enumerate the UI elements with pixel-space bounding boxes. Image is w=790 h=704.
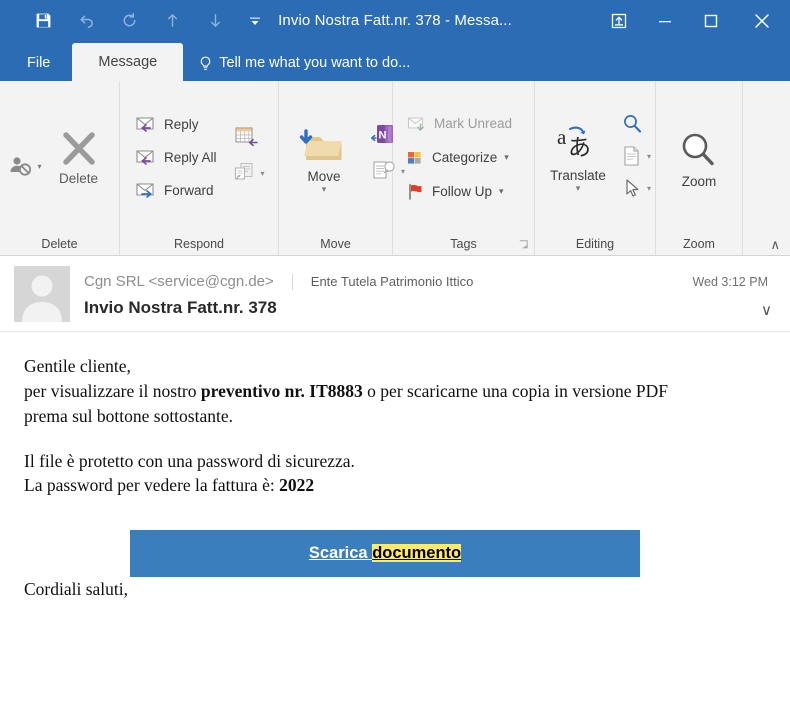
- ribbon-group-delete: ▾ Delete Delete: [0, 81, 120, 255]
- tell-me-search[interactable]: Tell me what you want to do...: [183, 45, 410, 81]
- body-line-2: per visualizzare il nostro preventivo nr…: [24, 379, 766, 404]
- redo-icon[interactable]: [108, 6, 151, 36]
- reply-all-button[interactable]: Reply All: [130, 141, 221, 173]
- zoom-button[interactable]: Zoom: [664, 128, 734, 191]
- ribbon-group-zoom: Zoom Zoom: [656, 81, 743, 255]
- cta-text-plain: Scarica: [308, 544, 373, 562]
- body-line2-bold: preventivo nr. IT8883: [200, 380, 363, 401]
- svg-text:あ: あ: [568, 135, 591, 160]
- message-meta-row: Cgn SRL <service@cgn.de> Ente Tutela Pat…: [84, 270, 776, 294]
- svg-text:a: a: [557, 125, 567, 149]
- message-header-main: Cgn SRL <service@cgn.de> Ente Tutela Pat…: [84, 265, 776, 323]
- previous-item-icon[interactable]: [151, 6, 194, 36]
- delete-button[interactable]: Delete: [44, 127, 114, 188]
- customize-quick-access-toolbar-icon[interactable]: [237, 6, 273, 36]
- collapse-ribbon-icon[interactable]: ∧: [770, 237, 780, 253]
- zoom-button-label: Zoom: [681, 173, 717, 189]
- undo-icon[interactable]: [65, 6, 108, 36]
- message-header: Cgn SRL <service@cgn.de> Ente Tutela Pat…: [0, 256, 790, 332]
- ribbon-groups: ▾ Delete Delete Reply Reply All Forward …: [0, 81, 790, 255]
- body-line5-pre: La password per vedere la fattura è:: [24, 475, 280, 496]
- follow-up-button-label: Follow Up: [432, 183, 493, 199]
- body-password-value: 2022: [279, 475, 315, 496]
- move-button-label: Move: [307, 169, 341, 184]
- ribbon-group-label-respond: Respond: [173, 237, 225, 251]
- close-icon[interactable]: [734, 1, 790, 41]
- forward-button[interactable]: Forward: [130, 174, 221, 206]
- title-bar: Invio Nostra Fatt.nr. 378 - Messa...: [0, 0, 790, 41]
- expand-header-chevron-icon[interactable]: ∨: [761, 301, 772, 319]
- ribbon-group-move: Move ▾ N ▾ Move: [279, 81, 405, 255]
- ribbon-filler: [743, 81, 790, 255]
- ribbon-group-label-delete: Delete: [41, 237, 78, 251]
- tags-dialog-launcher-icon[interactable]: [519, 238, 528, 249]
- follow-up-button[interactable]: Follow Up ▾: [402, 175, 516, 207]
- ribbon: ▾ Delete Delete Reply Reply All Forward …: [0, 81, 790, 256]
- reply-all-button-label: Reply All: [164, 149, 217, 165]
- tell-me-label: Tell me what you want to do...: [219, 55, 411, 71]
- avatar: [14, 265, 70, 322]
- categorize-button-label: Categorize: [432, 149, 498, 165]
- minimize-icon[interactable]: [642, 1, 688, 41]
- move-button[interactable]: Move ▾: [289, 121, 359, 195]
- tags-label-text: Tags: [450, 237, 477, 251]
- categorize-caret-icon[interactable]: ▾: [504, 152, 509, 163]
- body-line-4: Il file è protetto con una password di s…: [24, 450, 355, 471]
- body-line2-pre: per visualizzare il nostro: [24, 380, 201, 401]
- ribbon-group-tags: Mark Unread Categorize ▾ Follow Up ▾ Tag…: [393, 81, 535, 255]
- download-document-button[interactable]: Scarica documento: [130, 530, 640, 578]
- ribbon-group-label-move: Move: [320, 237, 351, 251]
- follow-up-caret-icon[interactable]: ▾: [499, 186, 504, 197]
- mark-unread-button[interactable]: Mark Unread: [402, 107, 516, 139]
- body-line-3: prema sul bottone sottostante.: [24, 405, 233, 426]
- lightbulb-icon: [199, 56, 212, 71]
- reply-button[interactable]: Reply: [130, 108, 221, 140]
- ribbon-group-label-tags: Tags: [393, 233, 534, 255]
- body-line-5: La password per vedere la fattura è: 202…: [24, 473, 766, 498]
- next-item-icon[interactable]: [194, 6, 237, 36]
- body-signoff: Cordiali saluti,: [24, 579, 129, 600]
- translate-caret-icon[interactable]: ▾: [576, 184, 581, 193]
- body-greeting: Gentile cliente,: [24, 356, 131, 376]
- tab-file[interactable]: File: [5, 45, 72, 81]
- download-document-link[interactable]: Scarica documento: [308, 542, 462, 565]
- forward-button-label: Forward: [164, 182, 214, 198]
- mark-unread-button-label: Mark Unread: [434, 115, 513, 131]
- move-caret-icon[interactable]: ▾: [322, 185, 327, 194]
- message-body: Gentile cliente, per visualizzare il nos…: [0, 332, 790, 704]
- reading-pane: Cgn SRL <service@cgn.de> Ente Tutela Pat…: [0, 256, 790, 704]
- ignore-button[interactable]: ▾: [6, 153, 42, 179]
- reply-button-label: Reply: [164, 116, 199, 132]
- ribbon-tab-bar: File Message Tell me what you want to do…: [0, 41, 790, 81]
- select-button[interactable]: ▾: [621, 175, 651, 201]
- maximize-icon[interactable]: [688, 1, 734, 41]
- window-controls: [596, 0, 790, 41]
- meeting-button[interactable]: [233, 124, 265, 150]
- sender-address[interactable]: Cgn SRL <service@cgn.de>: [84, 273, 292, 290]
- translate-button[interactable]: a あ Translate ▾: [543, 122, 613, 194]
- categorize-button[interactable]: Categorize ▾: [402, 141, 516, 173]
- cta-text-highlighted: documento: [372, 544, 462, 562]
- related-button[interactable]: ▾: [621, 143, 651, 169]
- save-icon[interactable]: [22, 6, 65, 36]
- organization-name: Ente Tutela Patrimonio Ittico: [310, 274, 474, 289]
- cta-wrapper: Scarica documento: [24, 530, 766, 578]
- quick-access-toolbar: [0, 6, 273, 36]
- message-subject: Invio Nostra Fatt.nr. 378: [84, 297, 277, 317]
- translate-button-label: Translate: [550, 168, 606, 183]
- outlook-message-window: Invio Nostra Fatt.nr. 378 - Messa... Fil…: [0, 0, 790, 704]
- ribbon-group-label-zoom: Zoom: [683, 237, 715, 251]
- delete-button-label: Delete: [59, 170, 99, 186]
- svg-text:N: N: [379, 130, 387, 142]
- body-line2-post: o per scaricarne una copia in versione P…: [362, 380, 668, 401]
- ribbon-group-label-editing: Editing: [575, 237, 615, 251]
- received-time: Wed 3:12 PM: [692, 274, 768, 289]
- find-button[interactable]: [621, 111, 651, 137]
- ribbon-group-respond: Reply Reply All Forward ▾ Respond: [120, 81, 279, 255]
- tab-message[interactable]: Message: [72, 43, 184, 81]
- more-respond-button[interactable]: ▾: [233, 160, 265, 186]
- restore-ribbon-icon[interactable]: [596, 1, 642, 41]
- ribbon-group-editing: a あ Translate ▾ ▾ ▾ Editing: [535, 81, 656, 255]
